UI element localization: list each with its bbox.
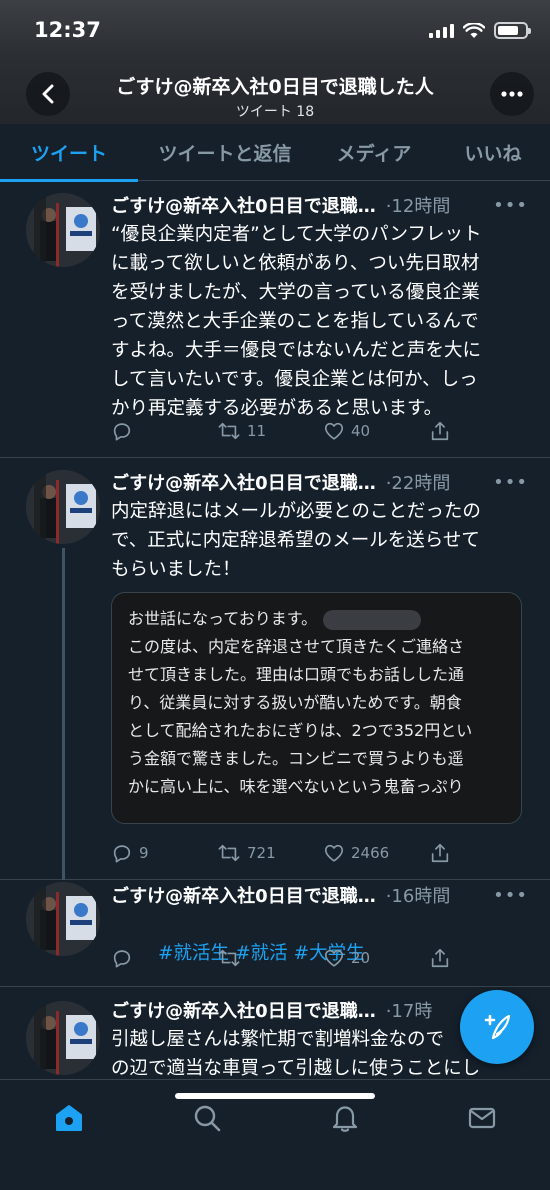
- like-count: 2466: [351, 844, 390, 862]
- share-button[interactable]: [429, 420, 535, 442]
- avatar[interactable]: [26, 882, 100, 956]
- avatar[interactable]: [26, 1001, 100, 1075]
- compose-tweet-button[interactable]: [460, 990, 534, 1064]
- status-time: 12:37: [34, 18, 101, 42]
- retweet-button[interactable]: [217, 947, 323, 969]
- share-button[interactable]: [429, 842, 535, 864]
- tweet[interactable]: ごすけ@新卒入社0日目で退職… ·12時間 ••• “優良企業内定者”として大学…: [0, 181, 550, 458]
- profile-name-title: ごすけ@新卒入社0日目で退職した人: [116, 76, 434, 98]
- compose-tweet-icon: [484, 1014, 511, 1040]
- like-count: 20: [351, 949, 371, 967]
- heart-icon: [324, 949, 344, 967]
- reply-count: 9: [139, 844, 149, 862]
- tweet-count: ツイート 18: [235, 104, 315, 120]
- like-button[interactable]: 20: [323, 947, 429, 969]
- heart-icon: [324, 844, 344, 862]
- reply-button[interactable]: [111, 420, 217, 442]
- tweet-body: ごすけ@新卒入社0日目で退職… ·22時間 ••• 内定辞退にはメールが必要との…: [111, 469, 528, 584]
- tweet-image[interactable]: お世話になっております。 この度は、内定を辞退させて頂きたくご連絡さ せて頂きま…: [111, 592, 522, 824]
- retweet-button[interactable]: 721: [217, 842, 323, 864]
- tweet-time: ·17時: [385, 1001, 433, 1022]
- nav-search[interactable]: [187, 1098, 227, 1138]
- email-screenshot-text: お世話になっております。 この度は、内定を辞退させて頂きたくご連絡さ せて頂きま…: [128, 605, 505, 801]
- share-icon: [431, 843, 449, 863]
- reply-icon: [113, 423, 131, 441]
- thread-line: [62, 548, 65, 880]
- chevron-left-icon: [42, 84, 54, 104]
- reply-button[interactable]: [111, 947, 217, 969]
- reply-button[interactable]: 9: [111, 842, 217, 864]
- tweet-time: ·22時間: [385, 473, 451, 494]
- email-greeting: お世話になっております。: [128, 609, 318, 628]
- tweet[interactable]: ごすけ@新卒入社0日目で退職… ·22時間 ••• 内定辞退にはメールが必要との…: [0, 458, 550, 880]
- tweet-actions: 20: [111, 947, 535, 969]
- like-count: 40: [351, 422, 371, 440]
- nav-notifications[interactable]: [325, 1098, 365, 1138]
- author-name[interactable]: ごすけ@新卒入社0日目で退職…: [111, 882, 376, 908]
- back-button[interactable]: [26, 72, 70, 116]
- like-button[interactable]: 2466: [323, 842, 429, 864]
- tweet-text: 内定辞退にはメールが必要とのことだったの で、正式に内定辞退希望のメールを送らせ…: [111, 501, 481, 580]
- nav-home[interactable]: [49, 1098, 89, 1138]
- tab-tweets[interactable]: ツイート: [0, 124, 138, 182]
- tweet-actions: 11 40: [111, 420, 535, 442]
- redacted-name: [323, 609, 422, 630]
- more-button[interactable]: [490, 72, 534, 116]
- tweet-feed: ごすけ@新卒入社0日目で退職… ·12時間 ••• “優良企業内定者”として大学…: [0, 181, 550, 1079]
- profile-header: ごすけ@新卒入社0日目で退職した人 ツイート 18: [0, 62, 550, 124]
- more-horizontal-icon: [501, 91, 523, 97]
- tweet-menu-icon[interactable]: •••: [493, 472, 528, 493]
- reply-icon: [113, 845, 131, 863]
- home-indicator: [175, 1093, 375, 1099]
- tab-likes[interactable]: いいね: [436, 124, 550, 181]
- share-button[interactable]: [429, 947, 535, 969]
- tweet-text: “優良企業内定者”として大学のパンフレット に載って欲しいと依頼があり、つい先日…: [111, 224, 482, 419]
- author-name[interactable]: ごすけ@新卒入社0日目で退職…: [111, 469, 376, 495]
- status-indicators: [429, 22, 531, 39]
- tweet-time: ·16時間: [385, 886, 451, 907]
- heart-icon: [324, 422, 344, 440]
- tweet-header: ごすけ@新卒入社0日目で退職… ·16時間 •••: [111, 882, 528, 908]
- avatar[interactable]: [26, 470, 100, 544]
- retweet-count: 11: [247, 422, 267, 440]
- reply-icon: [113, 950, 131, 968]
- author-name[interactable]: ごすけ@新卒入社0日目で退職…: [111, 997, 376, 1023]
- wifi-icon: [463, 22, 485, 38]
- tweet-body: ごすけ@新卒入社0日目で退職… ·12時間 ••• “優良企業内定者”として大学…: [111, 192, 528, 423]
- share-icon: [431, 948, 449, 968]
- profile-banner: 12:37 ごすけ@新卒入社0日目で退職した人 ツイート 18: [0, 0, 550, 124]
- retweet-count: 721: [247, 844, 276, 862]
- retweet-icon: [218, 949, 240, 967]
- tweet-header: ごすけ@新卒入社0日目で退職… ·12時間 •••: [111, 192, 528, 218]
- tweet-actions: 9 721 2466: [111, 842, 535, 864]
- tweet-time: ·12時間: [385, 196, 451, 217]
- nav-messages[interactable]: [462, 1098, 502, 1138]
- retweet-icon: [218, 844, 240, 862]
- tab-media[interactable]: メディア: [312, 124, 436, 181]
- mail-icon: [468, 1107, 496, 1129]
- tweet-body: ごすけ@新卒入社0日目で退職… ·16時間 ••• #就活生 #就活 #大学生: [111, 882, 528, 997]
- profile-tabs: ツイート ツイートと返信 メディア いいね: [0, 124, 550, 182]
- share-icon: [431, 421, 449, 441]
- search-icon: [194, 1105, 221, 1132]
- retweet-icon: [218, 422, 240, 440]
- retweet-button[interactable]: 11: [217, 420, 323, 442]
- cellular-signal-icon: [429, 23, 454, 38]
- author-name[interactable]: ごすけ@新卒入社0日目で退職…: [111, 192, 376, 218]
- tweet-menu-icon[interactable]: •••: [493, 195, 528, 216]
- tweet-menu-icon[interactable]: •••: [493, 885, 528, 906]
- tab-tweets-and-replies[interactable]: ツイートと返信: [138, 124, 312, 181]
- home-icon: [56, 1105, 82, 1131]
- tweet-header: ごすけ@新卒入社0日目で退職… ·22時間 •••: [111, 469, 528, 495]
- tweet[interactable]: ごすけ@新卒入社0日目で退職… ·16時間 ••• #就活生 #就活 #大学生 20: [0, 880, 550, 987]
- header-text: ごすけ@新卒入社0日目で退職した人 ツイート 18: [80, 72, 470, 121]
- status-bar: 12:37: [0, 0, 550, 62]
- like-button[interactable]: 40: [323, 420, 429, 442]
- bell-icon: [332, 1106, 358, 1132]
- email-body: この度は、内定を辞退させて頂きたくご連絡さ せて頂きました。理由は口頭でもお話し…: [128, 637, 473, 796]
- battery-icon: [494, 22, 531, 39]
- avatar[interactable]: [26, 193, 100, 267]
